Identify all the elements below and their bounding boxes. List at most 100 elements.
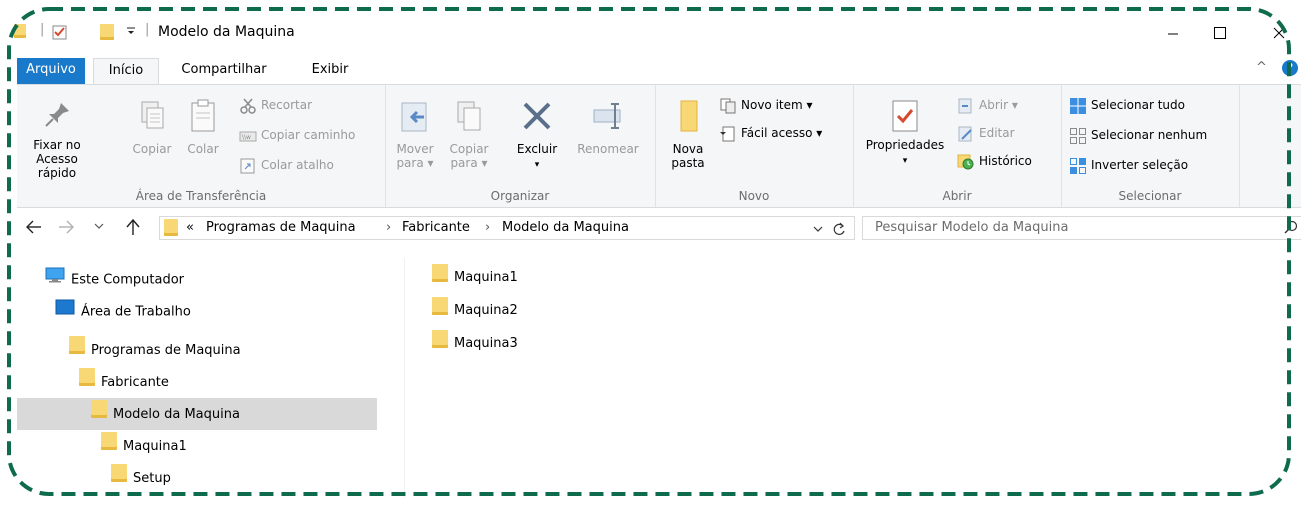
tree-label: Este Computador — [71, 272, 185, 288]
file-label: Maquina1 — [454, 270, 518, 285]
move-to-button[interactable]: Mover para ▾ — [395, 99, 435, 170]
new-folder-button[interactable]: Nova pasta — [663, 99, 713, 170]
paste-shortcut-icon — [239, 158, 257, 174]
quick-access-separator: | — [40, 22, 45, 37]
invert-selection-label: Inverter seleção — [1091, 158, 1189, 172]
recent-locations-chevron-icon[interactable] — [93, 220, 105, 236]
edit-button[interactable]: Editar — [957, 123, 1015, 143]
address-dropdown-chevron-icon[interactable] — [812, 223, 824, 239]
minimize-button[interactable] — [1150, 18, 1196, 48]
refresh-icon[interactable] — [832, 221, 846, 241]
group-select: Selecionar tudo Selecionar nenhum Invert… — [1061, 85, 1240, 207]
back-arrow-icon[interactable] — [25, 218, 43, 240]
easy-access-button[interactable]: Fácil acesso ▾ — [719, 123, 822, 143]
paste-button[interactable]: Colar — [183, 99, 223, 156]
group-new-label: Novo — [738, 189, 770, 203]
breadcrumb-item[interactable]: Modelo da Maquina — [502, 220, 629, 235]
customize-quick-access-icon[interactable] — [125, 22, 137, 42]
title-separator: | — [145, 22, 150, 37]
copy-path-icon: \\w — [239, 128, 257, 144]
select-all-label: Selecionar tudo — [1091, 98, 1185, 112]
easy-access-icon — [719, 126, 737, 142]
help-icon[interactable]: ? — [1282, 60, 1298, 76]
delete-button[interactable]: Excluir ▾ — [509, 99, 565, 172]
breadcrumb-separator[interactable]: › — [386, 220, 391, 235]
paste-icon — [191, 99, 215, 132]
edit-icon — [957, 126, 975, 142]
tree-item-modelo-da-maquina[interactable]: Modelo da Maquina — [91, 400, 240, 428]
address-bar[interactable]: « Programas de Maquina › Fabricante › Mo… — [159, 216, 855, 240]
copy-to-button[interactable]: Copiar para ▾ — [447, 99, 491, 170]
maximize-button[interactable] — [1196, 18, 1242, 48]
delete-label: Excluir — [516, 142, 558, 156]
file-label: Maquina2 — [454, 303, 518, 318]
tree-item-programas-de-maquina[interactable]: Programas de Maquina — [69, 336, 241, 364]
group-organize: Mover para ▾ Copiar para ▾ Excluir ▾ Ren… — [385, 85, 656, 207]
search-icon[interactable] — [1283, 220, 1299, 244]
svg-text:\\w: \\w — [242, 134, 251, 141]
select-none-icon — [1069, 127, 1087, 144]
delete-arrow: ▾ — [534, 160, 540, 170]
folder-icon[interactable] — [14, 24, 26, 42]
history-label: Histórico — [979, 154, 1032, 168]
up-arrow-icon[interactable] — [125, 217, 141, 241]
move-to-label: Mover para ▾ — [396, 142, 434, 170]
copy-to-icon — [457, 101, 481, 131]
breadcrumb-item[interactable]: Fabricante — [402, 220, 470, 235]
collapse-ribbon-icon[interactable]: ^ — [1256, 60, 1267, 75]
breadcrumb-separator[interactable]: › — [485, 220, 490, 235]
tree-item-setup[interactable]: Setup — [111, 464, 171, 492]
cut-button[interactable]: Recortar — [239, 95, 312, 115]
cut-label: Recortar — [261, 98, 313, 112]
pin-quick-access-button[interactable]: Fixar no Acesso rápido — [21, 99, 93, 180]
copy-button[interactable]: Copiar — [129, 99, 175, 156]
new-folder-quick-icon[interactable] — [100, 24, 114, 44]
search-placeholder: Pesquisar Modelo da Maquina — [875, 220, 1069, 235]
search-input[interactable]: Pesquisar Modelo da Maquina — [862, 216, 1301, 240]
tree-item-fabricante[interactable]: Fabricante — [79, 368, 169, 396]
copy-path-button[interactable]: \\w Copiar caminho — [239, 125, 355, 145]
breadcrumb-item[interactable]: Programas de Maquina — [206, 220, 356, 235]
pin-label: Fixar no Acesso rápido — [33, 138, 81, 180]
new-item-label: Novo item ▾ — [741, 98, 813, 112]
folder-icon — [164, 219, 178, 240]
folder-icon — [432, 264, 448, 291]
properties-button[interactable]: Propriedades ▾ — [859, 99, 951, 168]
group-organize-label: Organizar — [490, 189, 550, 203]
select-all-icon — [1069, 97, 1087, 114]
copy-to-label: Copiar para ▾ — [449, 142, 489, 170]
ribbon-tabs: Arquivo Início Compartilhar Exibir ^ ? — [0, 58, 1301, 84]
desktop-icon — [55, 298, 75, 326]
paste-shortcut-button[interactable]: Colar atalho — [239, 155, 334, 175]
tree-item-este-computador[interactable]: Este Computador — [45, 266, 184, 294]
select-all-button[interactable]: Selecionar tudo — [1069, 95, 1185, 115]
copy-label: Copiar — [132, 142, 172, 156]
tree-item-maquina1[interactable]: Maquina1 — [101, 432, 187, 460]
file-item-maquina3[interactable]: Maquina3 — [432, 330, 518, 354]
computer-icon — [45, 266, 65, 294]
rename-button[interactable]: Renomear — [573, 99, 643, 156]
select-none-button[interactable]: Selecionar nenhum — [1069, 125, 1207, 145]
file-item-maquina1[interactable]: Maquina1 — [432, 264, 518, 288]
tree-item-area-de-trabalho[interactable]: Área de Trabalho — [55, 298, 191, 326]
easy-access-label: Fácil acesso ▾ — [741, 126, 823, 140]
pin-icon — [45, 103, 69, 127]
group-select-label: Selecionar — [1118, 189, 1182, 203]
close-button[interactable] — [1250, 18, 1290, 48]
breadcrumb-overflow[interactable]: « — [186, 220, 194, 235]
tab-compartilhar[interactable]: Compartilhar — [170, 58, 278, 84]
open-button[interactable]: Abrir ▾ — [957, 95, 1018, 115]
tab-inicio[interactable]: Início — [93, 58, 159, 84]
forward-arrow-icon[interactable] — [57, 218, 75, 240]
tree-label: Setup — [133, 471, 171, 486]
new-item-button[interactable]: Novo item ▾ — [719, 95, 813, 115]
folder-icon — [69, 336, 85, 365]
tab-arquivo[interactable]: Arquivo — [17, 58, 85, 84]
file-item-maquina2[interactable]: Maquina2 — [432, 297, 518, 321]
open-label: Abrir ▾ — [979, 98, 1018, 112]
history-button[interactable]: Histórico — [957, 151, 1032, 171]
properties-check-icon[interactable] — [52, 25, 67, 44]
invert-selection-button[interactable]: Inverter seleção — [1069, 155, 1188, 175]
rename-icon — [593, 103, 621, 129]
tab-exibir[interactable]: Exibir — [300, 58, 360, 84]
